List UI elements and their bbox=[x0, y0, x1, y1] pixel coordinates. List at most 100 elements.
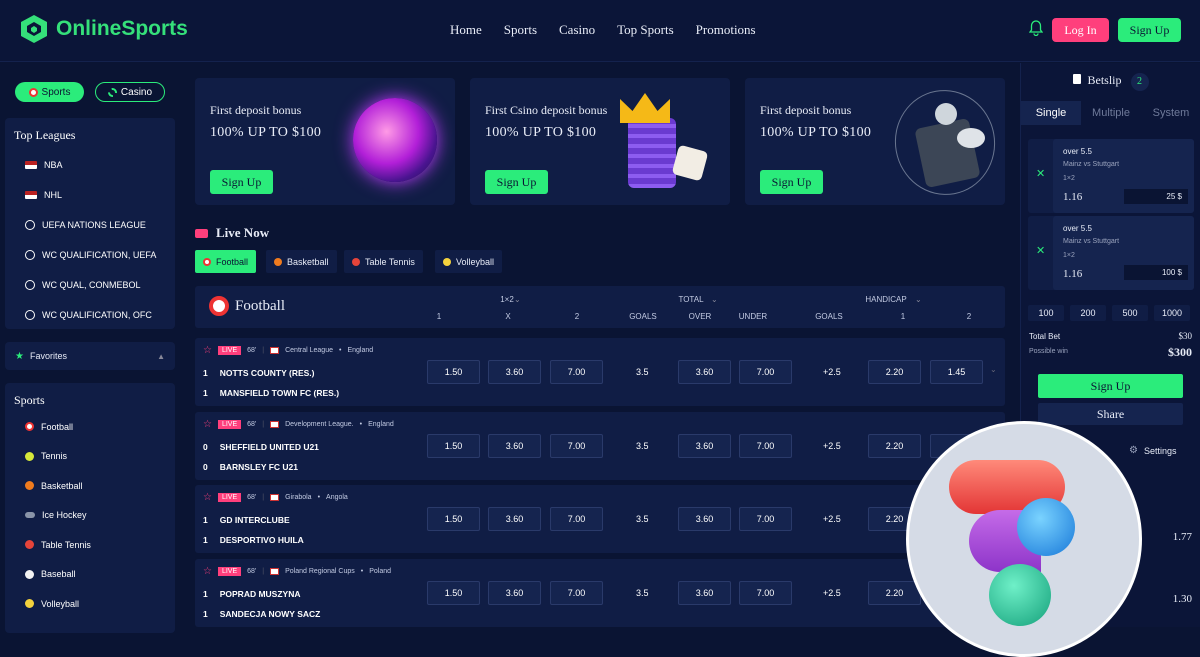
odds-button[interactable]: 3.60 bbox=[678, 507, 731, 531]
match-meta: ☆ LIVE 68' | Central League • England bbox=[203, 345, 374, 356]
star-icon[interactable]: ☆ bbox=[203, 566, 212, 577]
league-item[interactable]: NBA bbox=[5, 150, 175, 180]
football-icon bbox=[209, 296, 229, 316]
quick-stake-button[interactable]: 200 bbox=[1070, 305, 1106, 321]
remove-bet-icon[interactable]: ✕ bbox=[1036, 244, 1045, 257]
promo-signup-button[interactable]: Sign Up bbox=[210, 170, 273, 194]
quick-stake-button[interactable]: 1000 bbox=[1154, 305, 1190, 321]
match-minute: 68' bbox=[247, 568, 257, 575]
toggle-casino[interactable]: Casino bbox=[95, 82, 165, 102]
nav-promotions[interactable]: Promotions bbox=[696, 22, 756, 38]
promo-signup-button[interactable]: Sign Up bbox=[760, 170, 823, 194]
stake-input[interactable]: 25 $ bbox=[1124, 189, 1188, 204]
chevron-down-icon[interactable]: ⌄ bbox=[514, 295, 521, 304]
league-item[interactable]: WC QUAL, CONMEBOL bbox=[5, 270, 175, 300]
casino-chip-icon bbox=[107, 87, 117, 97]
odds-button[interactable]: 7.00 bbox=[739, 360, 792, 384]
sport-item[interactable]: Football bbox=[5, 412, 175, 442]
odds-value: 1.77 bbox=[1172, 531, 1192, 543]
odds-button[interactable]: 3.60 bbox=[678, 581, 731, 605]
score-away: 0 bbox=[203, 462, 208, 472]
odds-button[interactable]: 7.00 bbox=[550, 360, 603, 384]
odds-button[interactable]: 7.00 bbox=[739, 581, 792, 605]
tab-multiple[interactable]: Multiple bbox=[1081, 101, 1141, 125]
bet-pick: over 5.5 bbox=[1063, 147, 1092, 156]
odds-table-header: Football 1×2 ⌄ TOTAL ⌄ HANDICAP ⌄ 1 X 2 … bbox=[195, 286, 1005, 328]
quick-stake-button[interactable]: 500 bbox=[1112, 305, 1148, 321]
odds-button[interactable]: 1.50 bbox=[427, 434, 480, 458]
league-item[interactable]: NHL bbox=[5, 180, 175, 210]
odds-button[interactable]: 3.60 bbox=[678, 434, 731, 458]
odds-button[interactable]: 7.00 bbox=[739, 434, 792, 458]
globe-icon bbox=[25, 250, 35, 260]
top-header: OnlineSports Home Sports Casino Top Spor… bbox=[0, 0, 1200, 62]
league-item[interactable]: WC QUALIFICATION, UEFA bbox=[5, 240, 175, 270]
odds-button[interactable]: 3.60 bbox=[488, 507, 541, 531]
live-tab-football[interactable]: Football bbox=[195, 250, 257, 273]
chevron-down-icon[interactable]: ⌄ bbox=[915, 295, 922, 304]
odds-button[interactable]: 7.00 bbox=[550, 507, 603, 531]
bell-icon[interactable] bbox=[1029, 20, 1043, 36]
tab-single[interactable]: Single bbox=[1021, 101, 1081, 125]
odds-button[interactable]: 7.00 bbox=[739, 507, 792, 531]
odds-button[interactable]: 3.60 bbox=[678, 360, 731, 384]
league-item[interactable]: WC QUALIFICATION, OFC bbox=[5, 300, 175, 330]
live-tab-volleyball[interactable]: Volleyball bbox=[435, 250, 503, 273]
nav-casino[interactable]: Casino bbox=[559, 22, 595, 38]
odds-button[interactable]: 1.50 bbox=[427, 581, 480, 605]
col-x: X bbox=[505, 312, 511, 321]
group-total: TOTAL bbox=[678, 295, 704, 304]
share-button[interactable]: Share bbox=[1038, 403, 1183, 425]
sport-item[interactable]: Baseball bbox=[5, 560, 175, 590]
place-bet-signup-button[interactable]: Sign Up bbox=[1038, 374, 1183, 398]
sport-item[interactable]: Table Tennis bbox=[5, 530, 175, 560]
odds-button[interactable]: 3.60 bbox=[488, 360, 541, 384]
sport-item[interactable]: Basketball bbox=[5, 471, 175, 501]
favorites-panel[interactable]: ★ Favorites ▲ bbox=[5, 342, 175, 370]
odds-button[interactable]: 2.20 bbox=[868, 434, 921, 458]
odds-button[interactable]: 2.20 bbox=[868, 581, 921, 605]
sport-item[interactable]: Volleyball bbox=[5, 589, 175, 619]
promo-signup-button[interactable]: Sign Up bbox=[485, 170, 548, 194]
sport-label: Tennis bbox=[41, 451, 68, 462]
logo[interactable]: OnlineSports bbox=[20, 14, 188, 44]
odds-button[interactable]: 3.60 bbox=[488, 434, 541, 458]
promo-title: First Csino deposit bonus bbox=[485, 103, 608, 117]
stake-input[interactable]: 100 $ bbox=[1124, 265, 1188, 280]
sport-item[interactable]: Ice Hockey bbox=[5, 501, 175, 531]
chevron-down-icon[interactable]: ⌄ bbox=[711, 295, 718, 304]
odds-button[interactable]: 1.50 bbox=[427, 507, 480, 531]
odds-button[interactable]: 1.45 bbox=[930, 360, 983, 384]
nav-top-sports[interactable]: Top Sports bbox=[617, 22, 674, 38]
quick-stake-button[interactable]: 100 bbox=[1028, 305, 1064, 321]
nav-home[interactable]: Home bbox=[450, 22, 482, 38]
score-home: 1 bbox=[203, 368, 208, 378]
odds-button[interactable]: 2.20 bbox=[868, 360, 921, 384]
match-row: ☆ LIVE 68' | Poland Regional Cups • Poland 1 POP… bbox=[195, 559, 1005, 627]
star-icon[interactable]: ☆ bbox=[203, 345, 212, 356]
score-away: 1 bbox=[203, 388, 208, 398]
favorites-label: Favorites bbox=[29, 351, 67, 361]
odds-button[interactable]: 3.60 bbox=[488, 581, 541, 605]
tab-system[interactable]: System bbox=[1141, 101, 1200, 125]
match-row: ☆ LIVE 68' | Central League • England 1 NOTTS CO… bbox=[195, 338, 1005, 406]
odds-button[interactable]: 1.50 bbox=[427, 360, 480, 384]
settings-label: Settings bbox=[1143, 445, 1177, 456]
top-leagues-title: Top Leagues bbox=[14, 128, 76, 142]
signup-button[interactable]: Sign Up bbox=[1118, 18, 1181, 42]
toggle-sports[interactable]: Sports bbox=[15, 82, 84, 102]
sport-item[interactable]: Tennis bbox=[5, 442, 175, 472]
chevron-down-icon[interactable]: ⌄ bbox=[990, 365, 997, 374]
star-icon[interactable]: ☆ bbox=[203, 492, 212, 503]
green-drop-shape bbox=[989, 564, 1051, 626]
live-tab-basketball[interactable]: Basketball bbox=[266, 250, 337, 273]
nav-sports[interactable]: Sports bbox=[504, 22, 537, 38]
login-button[interactable]: Log In bbox=[1052, 18, 1109, 42]
odds-button[interactable]: 7.00 bbox=[550, 581, 603, 605]
odds-button[interactable]: 7.00 bbox=[550, 434, 603, 458]
remove-bet-icon[interactable]: ✕ bbox=[1036, 167, 1045, 180]
live-tab-table-tennis[interactable]: Table Tennis bbox=[344, 250, 423, 273]
star-icon[interactable]: ☆ bbox=[203, 419, 212, 430]
settings-link[interactable]: ⚙ Settings bbox=[1129, 445, 1177, 456]
league-item[interactable]: UEFA NATIONS LEAGUE bbox=[5, 210, 175, 240]
